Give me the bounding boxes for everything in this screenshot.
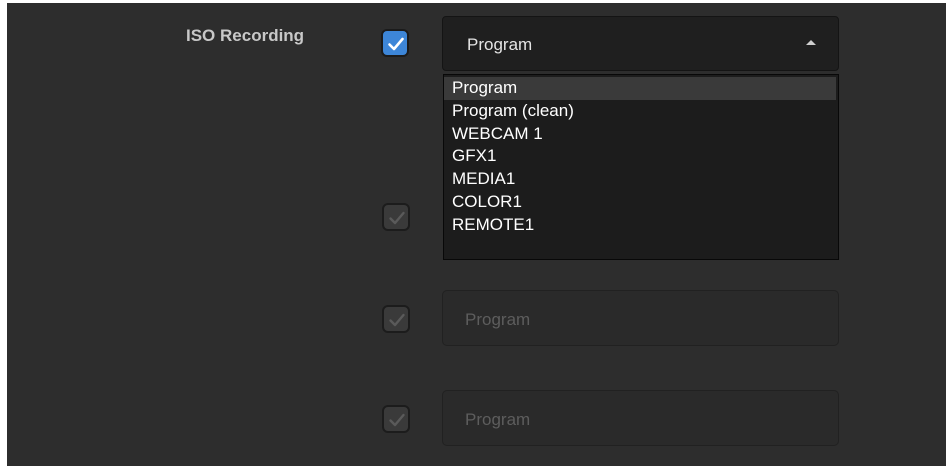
- checkmark-icon: [389, 413, 405, 427]
- row-2-checkbox[interactable]: [382, 203, 410, 231]
- row-3-source-select[interactable]: Program: [442, 290, 839, 346]
- row-3-checkbox[interactable]: [382, 305, 410, 333]
- source-select[interactable]: Program: [442, 16, 839, 71]
- row-4-checkbox[interactable]: [382, 405, 410, 433]
- checkmark-icon: [388, 37, 404, 51]
- dropdown-option[interactable]: WEBCAM 1: [444, 123, 836, 146]
- row-3-source-value: Program: [465, 310, 531, 329]
- dropdown-option[interactable]: MEDIA1: [444, 168, 836, 191]
- row-4-source-value: Program: [465, 410, 531, 429]
- iso-recording-label: ISO Recording: [186, 26, 305, 45]
- dropdown-option[interactable]: REMOTE1: [444, 214, 836, 237]
- iso-recording-checkbox[interactable]: [381, 29, 409, 57]
- source-dropdown-list: Program Program (clean) WEBCAM 1 GFX1 ME…: [443, 74, 839, 260]
- row-4-source-select[interactable]: Program: [442, 390, 839, 446]
- dropdown-option[interactable]: Program (clean): [444, 100, 836, 123]
- dropdown-option[interactable]: GFX1: [444, 145, 836, 168]
- checkmark-icon: [389, 313, 405, 327]
- dropdown-option[interactable]: COLOR1: [444, 191, 836, 214]
- caret-up-icon: [806, 40, 816, 45]
- dropdown-option[interactable]: Program: [444, 77, 836, 100]
- checkmark-icon: [389, 211, 405, 225]
- source-select-value: Program: [467, 35, 533, 54]
